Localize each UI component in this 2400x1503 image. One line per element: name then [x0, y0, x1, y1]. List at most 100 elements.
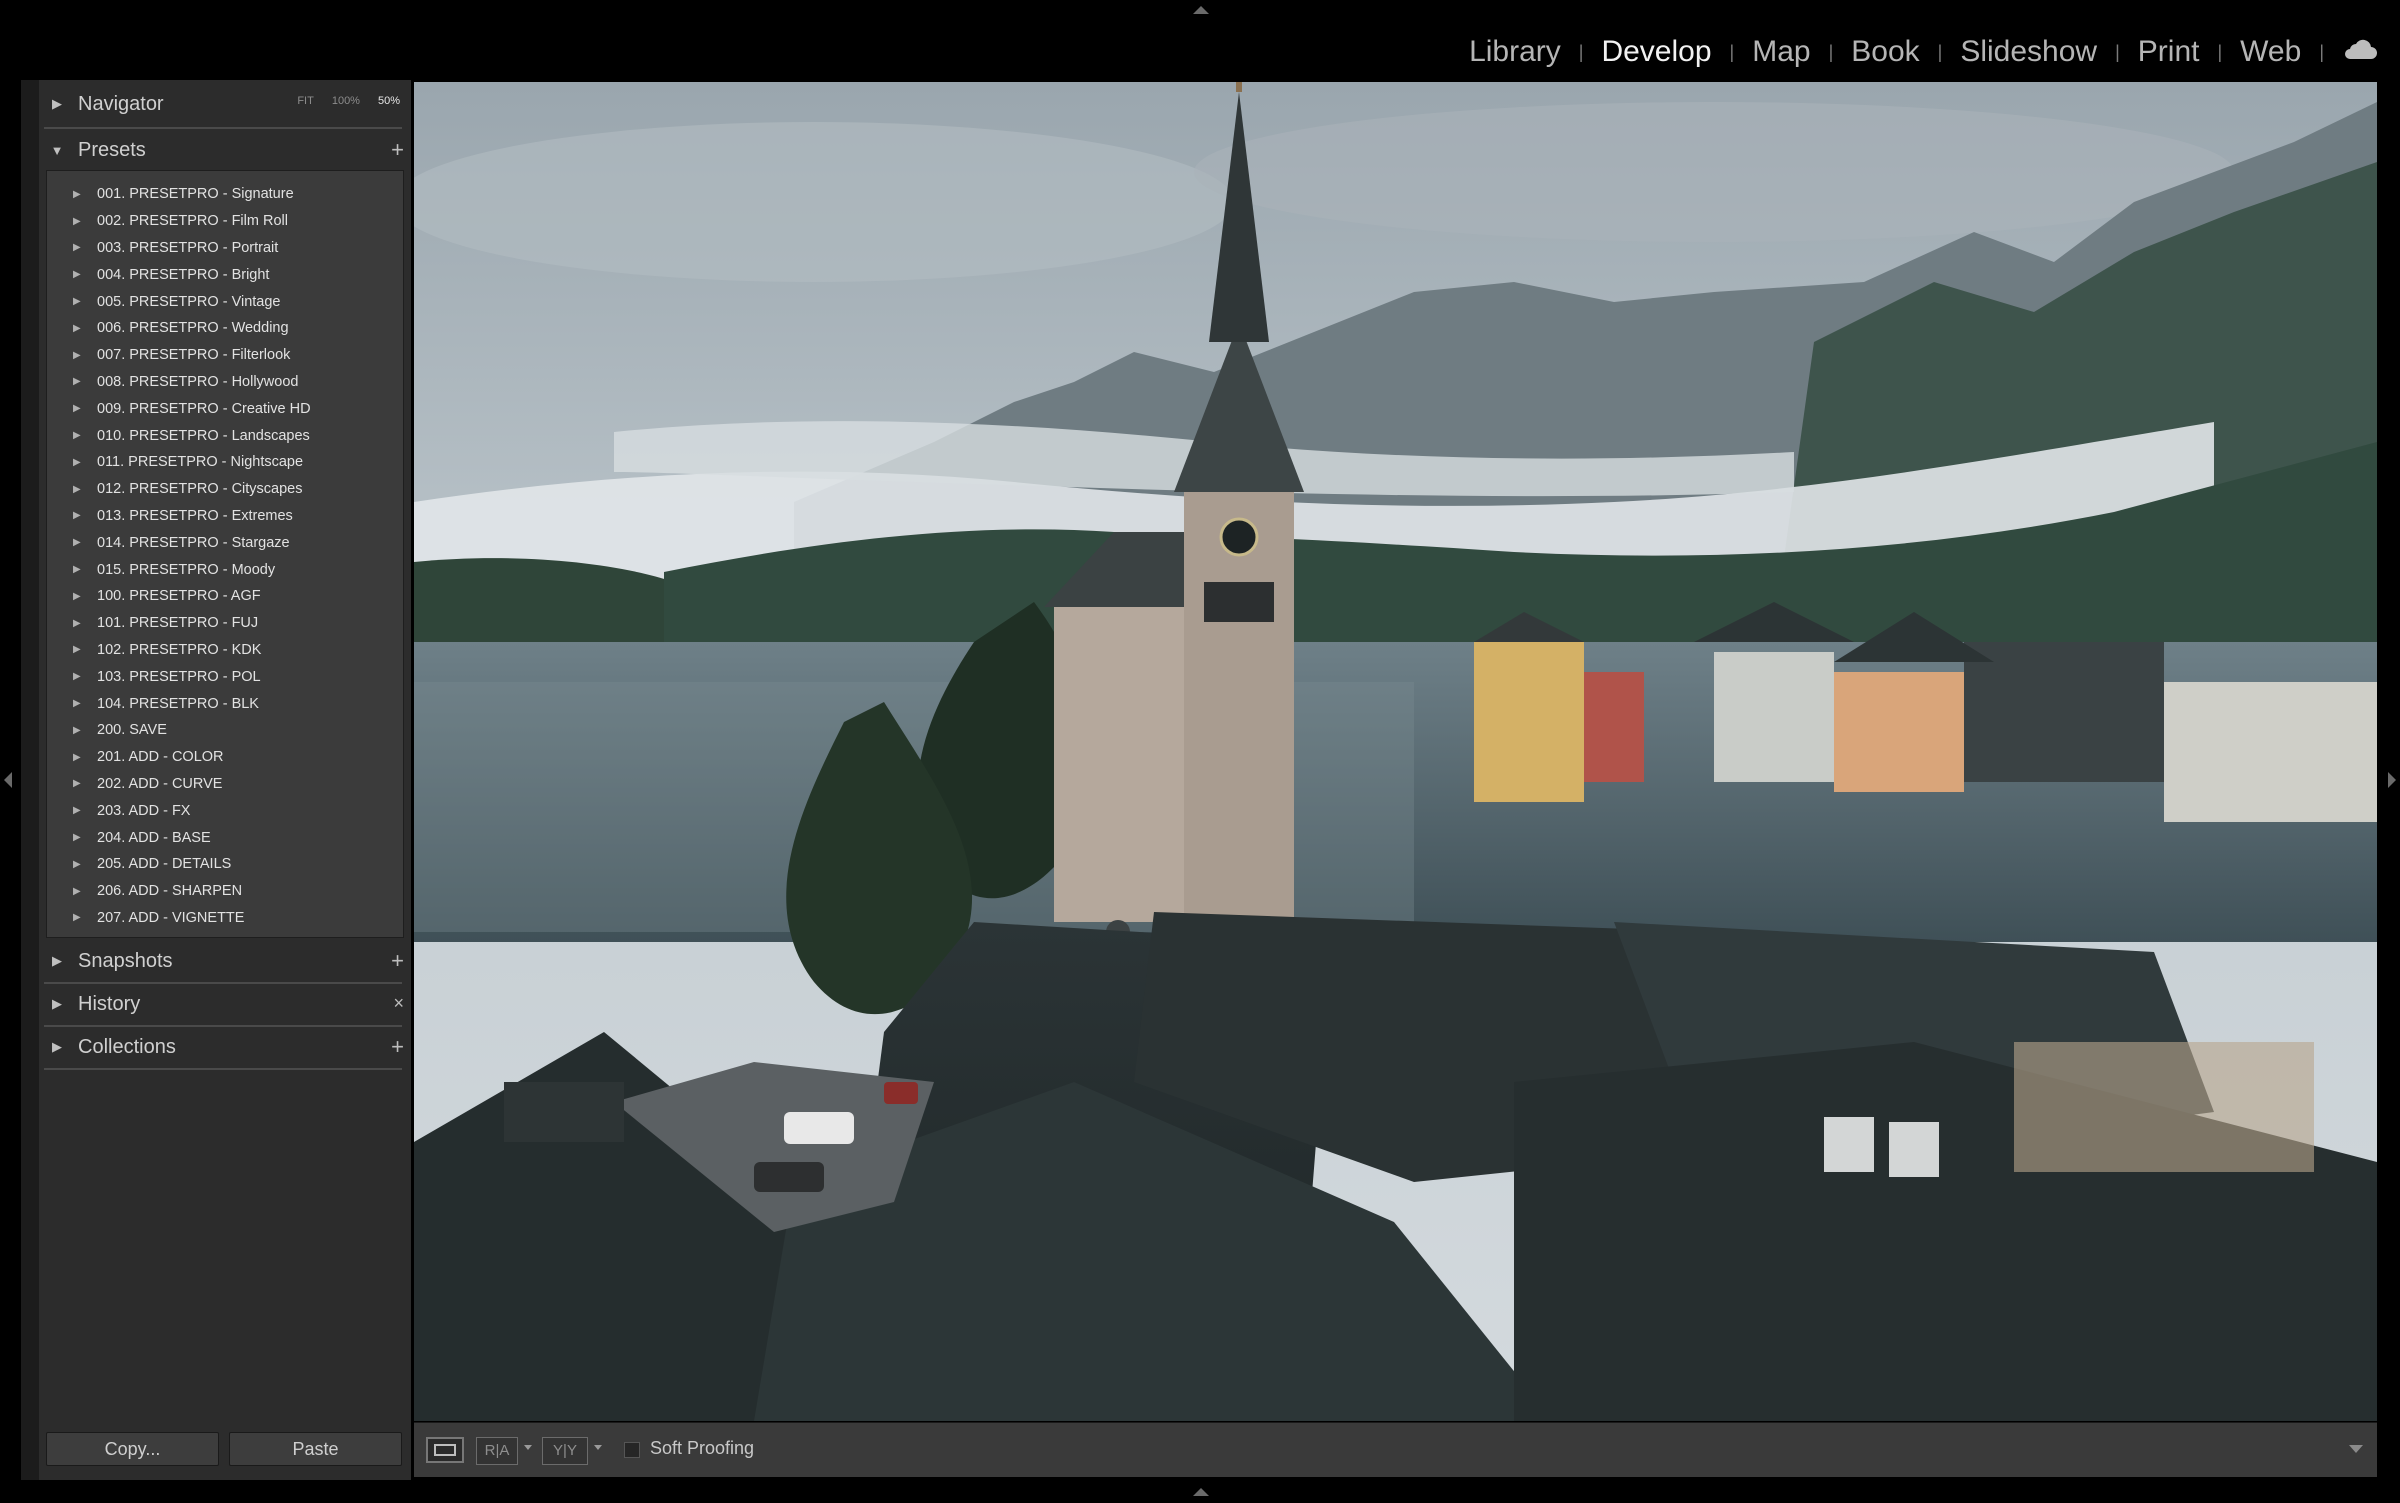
expand-triangle-icon: ▶ [73, 644, 81, 656]
left-panel-edge [21, 80, 39, 1480]
preset-folder-item[interactable]: ▶ 003. PRESETPRO - Portrait [47, 235, 403, 262]
preset-folder-item[interactable]: ▶ 102. PRESETPRO - KDK [47, 637, 403, 664]
module-library[interactable]: Library [1469, 35, 1561, 69]
expand-triangle-icon: ▶ [52, 996, 62, 1011]
module-separator: | [2319, 41, 2324, 62]
preset-folder-label: 006. PRESETPRO - Wedding [97, 320, 289, 337]
module-map[interactable]: Map [1752, 35, 1810, 69]
preset-folder-item[interactable]: ▶ 201. ADD - COLOR [47, 744, 403, 771]
clear-history-icon[interactable]: × [393, 993, 404, 1014]
expand-triangle-icon: ▶ [73, 564, 81, 576]
loupe-view-button[interactable] [426, 1437, 464, 1463]
expand-triangle-icon: ▶ [52, 96, 62, 111]
zoom-fit[interactable]: FIT [297, 95, 314, 107]
preset-folder-item[interactable]: ▶ 205. ADD - DETAILS [47, 851, 403, 878]
preset-folder-item[interactable]: ▶ 012. PRESETPRO - Cityscapes [47, 476, 403, 503]
module-print[interactable]: Print [2138, 35, 2200, 69]
preset-folder-item[interactable]: ▶ 006. PRESETPRO - Wedding [47, 315, 403, 342]
preset-folder-item[interactable]: ▶ 202. ADD - CURVE [47, 771, 403, 798]
develop-toolbar: R|A Y|Y Soft Proofing [414, 1422, 2377, 1477]
collections-header[interactable]: ▶ Collections + [38, 1026, 408, 1068]
preset-folder-label: 005. PRESETPRO - Vintage [97, 293, 281, 310]
expand-triangle-icon: ▶ [73, 188, 81, 200]
preset-folder-label: 013. PRESETPRO - Extremes [97, 507, 293, 524]
preset-folder-item[interactable]: ▶ 206. ADD - SHARPEN [47, 878, 403, 905]
left-panel-toggle-arrow-icon[interactable] [4, 772, 12, 788]
preset-folder-label: 002. PRESETPRO - Film Roll [97, 213, 288, 230]
preset-folder-item[interactable]: ▶ 011. PRESETPRO - Nightscape [47, 449, 403, 476]
add-preset-icon[interactable]: + [391, 137, 404, 163]
expand-triangle-icon: ▶ [73, 456, 81, 468]
preset-folder-label: 012. PRESETPRO - Cityscapes [97, 481, 303, 498]
preset-folder-label: 200. SAVE [97, 722, 167, 739]
preset-folder-item[interactable]: ▶ 203. ADD - FX [47, 797, 403, 824]
expand-triangle-icon: ▶ [73, 671, 81, 683]
preset-folder-label: 009. PRESETPRO - Creative HD [97, 400, 311, 417]
expand-triangle-icon: ▶ [73, 242, 81, 254]
right-panel-toggle-arrow-icon[interactable] [2388, 772, 2396, 788]
preset-folder-item[interactable]: ▶ 015. PRESETPRO - Moody [47, 556, 403, 583]
history-header[interactable]: ▶ History × [38, 983, 408, 1025]
expand-triangle-icon: ▶ [52, 1039, 62, 1054]
preset-folder-item[interactable]: ▶ 104. PRESETPRO - BLK [47, 690, 403, 717]
preset-folder-label: 007. PRESETPRO - Filterlook [97, 347, 291, 364]
preset-folder-item[interactable]: ▶ 014. PRESETPRO - Stargaze [47, 529, 403, 556]
preset-folder-label: 103. PRESETPRO - POL [97, 668, 261, 685]
preset-folder-item[interactable]: ▶ 002. PRESETPRO - Film Roll [47, 208, 403, 235]
expand-triangle-icon: ▶ [73, 403, 81, 415]
top-panel-toggle-arrow-icon[interactable] [1193, 6, 1209, 14]
bottom-panel-toggle-arrow-icon[interactable] [1193, 1488, 1209, 1496]
module-web[interactable]: Web [2240, 35, 2301, 69]
add-snapshot-icon[interactable]: + [391, 948, 404, 974]
zoom-50[interactable]: 50% [378, 95, 400, 107]
photo-preview[interactable]: Lr [414, 82, 2377, 1421]
module-slideshow[interactable]: Slideshow [1960, 35, 2097, 69]
presets-list-box: ▶ 001. PRESETPRO - Signature ▶ 002. PRESETP… [46, 170, 404, 938]
preset-folder-item[interactable]: ▶ 004. PRESETPRO - Bright [47, 261, 403, 288]
module-separator: | [2217, 41, 2223, 62]
preset-folder-label: 101. PRESETPRO - FUJ [97, 615, 259, 632]
expand-triangle-icon: ▶ [73, 885, 81, 897]
before-after-button[interactable]: R|A [476, 1437, 518, 1465]
snapshots-header[interactable]: ▶ Snapshots + [38, 940, 408, 982]
preset-folder-label: 100. PRESETPRO - AGF [97, 588, 261, 605]
preset-folder-item[interactable]: ▶ 008. PRESETPRO - Hollywood [47, 369, 403, 396]
preset-folder-item[interactable]: ▶ 103. PRESETPRO - POL [47, 663, 403, 690]
add-collection-icon[interactable]: + [391, 1034, 404, 1060]
preset-folder-item[interactable]: ▶ 013. PRESETPRO - Extremes [47, 503, 403, 530]
presets-header[interactable]: ▼ Presets + [38, 129, 408, 171]
module-develop[interactable]: Develop [1601, 35, 1711, 69]
preset-folder-item[interactable]: ▶ 010. PRESETPRO - Landscapes [47, 422, 403, 449]
preset-folder-label: 204. ADD - BASE [97, 829, 211, 846]
swap-dropdown-icon[interactable] [594, 1445, 602, 1450]
navigator-header[interactable]: ▶ Navigator FIT 100% 50% [38, 83, 408, 125]
before-after-dropdown-icon[interactable] [524, 1445, 532, 1450]
expand-triangle-icon: ▶ [73, 322, 81, 334]
photo-landscape-image [414, 82, 2377, 1421]
presets-title: Presets [78, 138, 146, 161]
before-after-swap-button[interactable]: Y|Y [542, 1437, 588, 1465]
preset-folder-item[interactable]: ▶ 001. PRESETPRO - Signature [47, 181, 403, 208]
copy-settings-button[interactable]: Copy... [46, 1432, 219, 1466]
preset-folder-label: 008. PRESETPRO - Hollywood [97, 373, 299, 390]
toolbar-content-menu-icon[interactable] [2349, 1445, 2363, 1453]
module-book[interactable]: Book [1851, 35, 1919, 69]
preset-folder-item[interactable]: ▶ 204. ADD - BASE [47, 824, 403, 851]
paste-settings-button[interactable]: Paste [229, 1432, 402, 1466]
preset-folder-item[interactable]: ▶ 007. PRESETPRO - Filterlook [47, 342, 403, 369]
preset-folder-item[interactable]: ▶ 005. PRESETPRO - Vintage [47, 288, 403, 315]
preset-folder-item[interactable]: ▶ 207. ADD - VIGNETTE [47, 905, 403, 932]
expand-triangle-icon: ▶ [73, 215, 81, 227]
soft-proofing-checkbox[interactable] [624, 1442, 640, 1458]
module-separator: | [1578, 41, 1584, 62]
preset-folder-item[interactable]: ▶ 009. PRESETPRO - Creative HD [47, 395, 403, 422]
preset-folder-item[interactable]: ▶ 101. PRESETPRO - FUJ [47, 610, 403, 637]
zoom-100[interactable]: 100% [332, 95, 360, 107]
preset-folder-item[interactable]: ▶ 200. SAVE [47, 717, 403, 744]
preset-folder-label: 011. PRESETPRO - Nightscape [97, 454, 304, 471]
expand-triangle-icon: ▶ [73, 805, 81, 817]
presets-list: ▶ 001. PRESETPRO - Signature ▶ 002. PRESETP… [47, 181, 403, 931]
cloud-sync-icon[interactable] [2342, 37, 2378, 61]
divider [44, 1068, 402, 1070]
preset-folder-item[interactable]: ▶ 100. PRESETPRO - AGF [47, 583, 403, 610]
